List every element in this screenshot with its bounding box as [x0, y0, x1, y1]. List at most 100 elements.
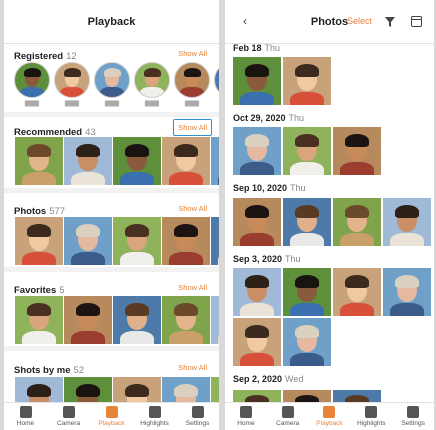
tab-label: Camera — [56, 420, 81, 427]
show-all-favorites-button[interactable]: Show All — [175, 281, 210, 294]
back-icon[interactable]: ‹ — [243, 14, 247, 28]
photo-thumbnail[interactable] — [211, 296, 219, 344]
photo-thumbnail[interactable] — [113, 137, 161, 185]
registered-face-avatar[interactable] — [14, 62, 50, 98]
section-count: 12 — [66, 51, 77, 62]
divider — [4, 112, 219, 117]
photo-thumbnail[interactable] — [64, 296, 112, 344]
show-all-photos-button[interactable]: Show All — [175, 202, 210, 215]
tab-highlights[interactable]: Highlights — [350, 403, 392, 430]
highlights-icon — [148, 406, 161, 418]
avatar-name-blurred: ████ — [144, 101, 160, 107]
tab-label: Playback — [316, 420, 343, 427]
calendar-icon[interactable] — [411, 16, 422, 27]
photo-thumbnail[interactable] — [15, 217, 63, 265]
section-count: 577 — [49, 206, 66, 217]
photo-thumbnail[interactable] — [283, 127, 331, 175]
tab-settings[interactable]: Settings — [392, 403, 434, 430]
filter-icon[interactable] — [385, 17, 395, 27]
date-header: Feb 18 Thu — [233, 43, 281, 53]
photo-thumbnail[interactable] — [283, 198, 331, 246]
tab-home[interactable]: Home — [4, 403, 47, 430]
registered-face-avatar[interactable] — [134, 62, 170, 98]
tab-playback[interactable]: Playback — [309, 403, 351, 430]
photo-thumbnail[interactable] — [113, 296, 161, 344]
show-all-recommended-button[interactable]: Show All — [173, 119, 212, 136]
tab-bar: Home Camera Playback Highlights Settings — [4, 402, 219, 430]
photo-thumbnail[interactable] — [233, 127, 281, 175]
avatar-name-blurred: ████ — [64, 101, 80, 107]
tab-label: Home — [16, 420, 35, 427]
show-all-shots-button[interactable]: Show All — [175, 361, 210, 374]
photo-thumbnail[interactable] — [233, 57, 281, 105]
section-registered: Registered 12 Show All — [14, 46, 214, 62]
photo-thumbnail[interactable] — [211, 137, 219, 185]
photo-thumbnail[interactable] — [283, 318, 331, 366]
tab-label: Settings — [185, 420, 210, 427]
photo-thumbnail[interactable] — [333, 127, 381, 175]
select-button[interactable]: Select — [347, 16, 372, 26]
tab-label: Home — [237, 420, 255, 427]
registered-face-avatar[interactable] — [174, 62, 210, 98]
playback-screen: Playback Registered 12 Show All ████ ████ █… — [4, 0, 219, 430]
section-label: Shots by me — [14, 365, 71, 376]
date-header: Oct 29, 2020 Thu — [233, 113, 305, 123]
avatar-name-blurred: ████ — [184, 101, 200, 107]
divider — [4, 188, 219, 193]
tab-label: Highlights — [140, 420, 169, 427]
tab-playback[interactable]: Playback — [90, 403, 133, 430]
photo-thumbnail[interactable] — [113, 217, 161, 265]
section-count: 52 — [73, 365, 85, 376]
photo-thumbnail[interactable] — [162, 137, 210, 185]
photo-thumbnail[interactable] — [15, 137, 63, 185]
camera-icon — [281, 406, 294, 418]
registered-face-avatar[interactable] — [54, 62, 90, 98]
section-photos: Photos 577 Show All — [14, 201, 214, 217]
tab-home[interactable]: Home — [225, 403, 267, 430]
photo-thumbnail[interactable] — [162, 296, 210, 344]
tab-label: Camera — [276, 420, 300, 427]
settings-icon — [191, 406, 204, 418]
tab-highlights[interactable]: Highlights — [133, 403, 176, 430]
divider — [4, 267, 219, 272]
date-header: Sep 2, 2020 Wed — [233, 374, 304, 384]
avatar-name-blurred: ████ — [104, 101, 120, 107]
photo-thumbnail[interactable] — [233, 318, 281, 366]
photo-thumbnail[interactable] — [383, 268, 431, 316]
home-icon — [19, 406, 32, 418]
photo-thumbnail[interactable] — [283, 268, 331, 316]
photo-thumbnail[interactable] — [283, 57, 331, 105]
photo-thumbnail[interactable] — [233, 198, 281, 246]
date-header: Sep 3, 2020 Thu — [233, 254, 301, 264]
avatar-name-blurred: ████ — [24, 101, 40, 107]
playback-icon — [105, 406, 118, 418]
settings-icon — [407, 406, 420, 418]
photo-thumbnail[interactable] — [162, 217, 210, 265]
tab-bar: Home Camera Playback Highlights Settings — [225, 402, 434, 430]
page-title: Playback — [87, 15, 136, 28]
registered-face-avatar[interactable] — [214, 62, 219, 98]
tab-camera[interactable]: Camera — [47, 403, 90, 430]
photos-screen: ‹ Photos Select Feb 18 Thu Oct 29, 2020 Th… — [225, 0, 434, 430]
registered-face-avatar[interactable] — [94, 62, 130, 98]
top-bar: ‹ Photos Select — [225, 0, 434, 44]
tab-label: Highlights — [357, 420, 386, 427]
tab-settings[interactable]: Settings — [176, 403, 219, 430]
playback-icon — [323, 406, 336, 418]
section-label: Photos — [14, 206, 47, 217]
show-all-registered-button[interactable]: Show All — [175, 47, 210, 60]
photo-thumbnail[interactable] — [15, 296, 63, 344]
page-title: Photos — [310, 15, 349, 28]
photo-thumbnail[interactable] — [333, 268, 381, 316]
photo-thumbnail[interactable] — [333, 198, 381, 246]
tab-camera[interactable]: Camera — [267, 403, 309, 430]
photo-thumbnail[interactable] — [64, 137, 112, 185]
photo-thumbnail[interactable] — [64, 217, 112, 265]
photo-thumbnail[interactable] — [383, 198, 431, 246]
photo-thumbnail[interactable] — [233, 268, 281, 316]
camera-icon — [62, 406, 75, 418]
top-bar: Playback — [4, 0, 219, 44]
tab-label: Playback — [98, 420, 125, 427]
section-count: 5 — [59, 285, 65, 296]
photo-thumbnail[interactable] — [211, 217, 219, 265]
